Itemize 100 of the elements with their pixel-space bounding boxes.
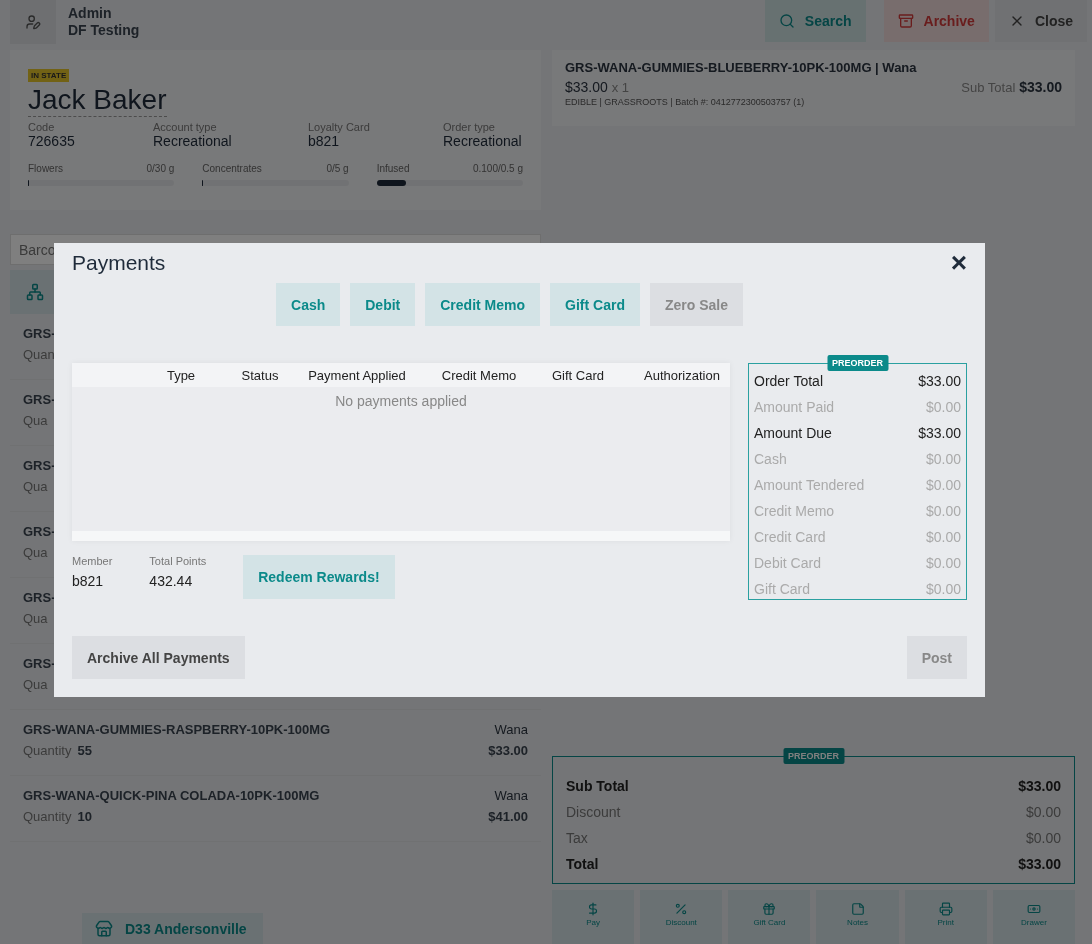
payment-method-button[interactable]: Gift Card: [550, 283, 640, 326]
product-name: GRS-WANA-GUMMIES-RASPBERRY-10PK-100MG: [23, 722, 331, 737]
quantity-label: Qua: [23, 677, 48, 692]
dialog-title: Payments: [72, 251, 166, 275]
product-name: GRS-: [23, 590, 56, 605]
summary-value: $0.00: [925, 450, 961, 469]
points-label: Total Points: [149, 555, 207, 567]
store-icon: [95, 919, 113, 938]
preorder-badge: PREORDER: [783, 748, 844, 764]
field-label: Loyalty Card: [308, 121, 371, 133]
total-label: Discount: [566, 803, 621, 822]
field-value: 726635: [28, 133, 76, 149]
action-button[interactable]: Pay: [552, 890, 635, 944]
product-name: GRS-: [23, 524, 56, 539]
action-button[interactable]: Notes: [816, 890, 899, 944]
archive-all-payments-button[interactable]: Archive All Payments: [72, 636, 245, 679]
summary-value: $0.00: [925, 398, 961, 417]
limit-label: Flowers: [28, 163, 63, 174]
gift-icon: [762, 902, 777, 916]
summary-value: $0.00: [925, 502, 961, 521]
user-location: DF Testing: [68, 22, 140, 39]
field-value: Recreational: [443, 133, 523, 149]
product-brand: Wana: [493, 788, 528, 803]
summary-value: $0.00: [925, 528, 961, 547]
action-button[interactable]: Discount: [640, 890, 723, 944]
field-value: b821: [308, 133, 341, 149]
summary-label: Gift Card: [754, 580, 810, 599]
percent-icon: [674, 902, 689, 916]
quantity-label: Qua: [23, 413, 48, 428]
summary-value: $33.00: [918, 372, 961, 391]
user-edit-icon: [25, 14, 41, 30]
preorder-badge: PREORDER: [827, 355, 888, 371]
total-value: $0.00: [1025, 829, 1061, 848]
search-button[interactable]: Search: [764, 0, 866, 42]
quantity-value: 10: [77, 809, 92, 824]
product-name: GRS-: [23, 458, 56, 473]
summary-value: $0.00: [925, 554, 961, 573]
archive-icon: [897, 13, 914, 29]
product-name: GRS-: [23, 326, 56, 341]
limit-label: Infused: [376, 163, 410, 174]
limit-label: Concentrates: [202, 163, 262, 174]
quantity-label: Qua: [23, 479, 48, 494]
summary-value: $0.00: [925, 580, 961, 599]
product-brand: Wana: [493, 722, 528, 737]
product-name: GRS-WANA-QUICK-PINA COLADA-10PK-100MG: [23, 788, 320, 803]
quantity-label: Quantity: [23, 809, 72, 824]
cart-item-price: $33.00: [565, 79, 608, 95]
column-header: Credit Memo: [440, 367, 518, 383]
search-icon: [778, 13, 795, 29]
cart-item-meta: EDIBLE | GRASSROOTS | Batch #: 0412772300503757 (1): [565, 97, 806, 107]
action-button[interactable]: Gift Card: [728, 890, 811, 944]
member-value: b821: [72, 573, 105, 589]
archive-button[interactable]: Archive: [883, 0, 989, 42]
banknote-icon: [1026, 902, 1041, 916]
subtotal-value: $33.00: [1019, 79, 1062, 95]
total-label: Total: [566, 855, 599, 874]
limit-reading: 0.100/0.5 g: [472, 163, 523, 174]
field-value: Recreational: [153, 133, 233, 149]
product-price: $41.00: [488, 809, 528, 824]
field-label: Order type: [443, 121, 496, 133]
summary-label: Cash: [754, 450, 787, 469]
total-value: $33.00: [1018, 777, 1061, 796]
hierarchy-icon: [26, 283, 44, 301]
action-button[interactable]: Print: [904, 890, 987, 944]
quantity-label: Quantity: [23, 743, 72, 758]
action-button[interactable]: Drawer: [992, 890, 1075, 944]
total-label: Tax: [566, 829, 588, 848]
summary-label: Order Total: [754, 372, 823, 391]
limit-reading: 0/30 g: [146, 163, 175, 174]
user-name: Admin: [68, 5, 113, 22]
summary-label: Debit Card: [754, 554, 821, 573]
summary-label: Amount Due: [754, 424, 832, 443]
empty-message: No payments applied: [335, 393, 467, 409]
printer-icon: [938, 902, 953, 916]
quantity-value: 55: [77, 743, 92, 758]
points-value: 432.44: [149, 573, 194, 589]
total-value: $0.00: [1025, 803, 1061, 822]
member-label: Member: [72, 555, 113, 567]
payment-method-button[interactable]: Cash: [276, 283, 341, 326]
close-button[interactable]: Close: [994, 0, 1087, 42]
column-header: Gift Card: [551, 367, 605, 383]
field-label: Account type: [153, 121, 218, 133]
total-value: $33.00: [1018, 855, 1061, 874]
close-button[interactable]: ×: [950, 251, 967, 275]
customer-name: Jack Baker: [28, 84, 167, 117]
note-icon: [850, 902, 865, 916]
payment-method-button[interactable]: Credit Memo: [425, 283, 541, 326]
limit-reading: 0/5 g: [326, 163, 349, 174]
cart-item-title: GRS-WANA-GUMMIES-BLUEBERRY-10PK-100MG | Wana: [565, 60, 918, 75]
summary-label: Amount Paid: [754, 398, 835, 417]
column-header: Authorization: [643, 367, 721, 383]
quantity-label: Qua: [23, 611, 48, 626]
summary-label: Credit Card: [754, 528, 826, 547]
redeem-rewards-button[interactable]: Redeem Rewards!: [243, 555, 395, 599]
product-name: GRS-: [23, 392, 56, 407]
summary-label: Credit Memo: [754, 502, 835, 521]
column-header: Payment Applied: [307, 367, 407, 383]
quantity-label: Qua: [23, 545, 48, 560]
payment-method-button[interactable]: Debit: [350, 283, 416, 326]
store-tab[interactable]: D33 Andersonville: [82, 913, 263, 944]
